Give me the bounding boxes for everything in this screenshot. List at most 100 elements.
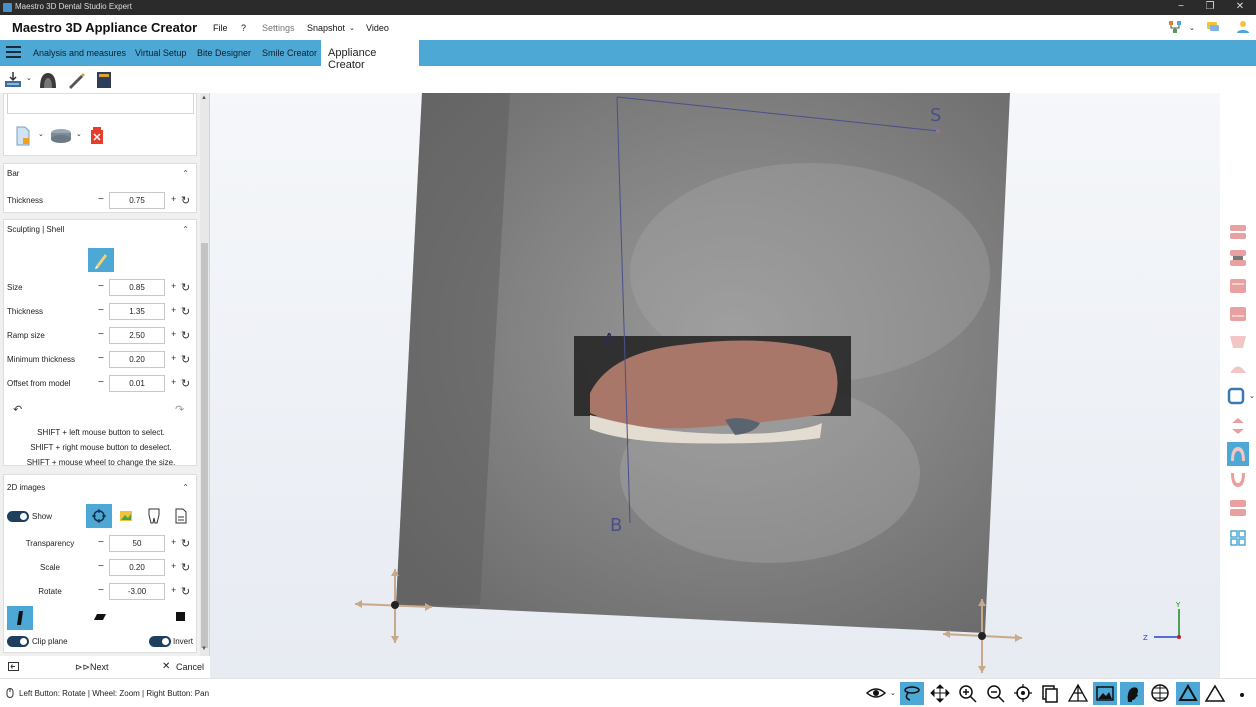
chevron-down-icon[interactable]: ⌄ <box>1189 24 1195 32</box>
book-icon[interactable] <box>94 70 114 90</box>
menu-help[interactable]: ? <box>241 23 246 33</box>
undo-icon[interactable]: ↶ <box>13 403 22 416</box>
chevron-up-icon[interactable]: ⌃ <box>182 169 189 178</box>
minimize-icon[interactable]: − <box>1166 1 1196 12</box>
rotate-mode-button[interactable] <box>900 682 924 705</box>
close-icon[interactable]: ✕ <box>1225 1 1255 12</box>
scroll-up-icon[interactable]: ▲ <box>201 95 207 101</box>
chevron-down-icon[interactable]: ⌄ <box>890 689 896 697</box>
tab-virtual-setup[interactable]: Virtual Setup <box>135 48 186 58</box>
thickness-input[interactable]: 1.35 <box>109 303 165 320</box>
thickness-plus-button[interactable]: + <box>171 305 176 315</box>
reset-icon[interactable]: ↻ <box>181 329 190 342</box>
zoom-in-icon[interactable] <box>956 682 980 705</box>
menu-file[interactable]: File <box>213 23 228 33</box>
occlusion-view-icon[interactable] <box>1227 222 1249 242</box>
viewport-canvas[interactable]: S A B Y Z <box>210 93 1220 678</box>
tab-analysis-and-measures[interactable]: Analysis and measures <box>33 48 126 58</box>
redo-icon[interactable]: ↷ <box>175 403 184 416</box>
bar-thickness-minus-button[interactable]: − <box>98 194 104 205</box>
scale-minus-button[interactable]: − <box>98 561 104 572</box>
transparency-minus-button[interactable]: − <box>98 537 104 548</box>
reset-icon[interactable]: ↻ <box>181 377 190 390</box>
next-button[interactable]: Next <box>90 662 109 672</box>
bar-thickness-plus-button[interactable]: + <box>171 194 176 204</box>
solid-mode-button[interactable] <box>1176 682 1200 705</box>
grid-globe-icon[interactable] <box>1148 682 1172 705</box>
landmark-tool-button[interactable] <box>86 504 112 528</box>
offset-input[interactable]: 0.01 <box>109 375 165 392</box>
lower-jaw-icon[interactable] <box>1227 470 1249 490</box>
zoom-out-icon[interactable] <box>984 682 1008 705</box>
reset-icon[interactable]: ↻ <box>181 281 190 294</box>
thickness-minus-button[interactable]: − <box>98 305 104 316</box>
left-panel-scrollbar[interactable]: ▲ ▼ <box>200 93 209 656</box>
rotate-plus-button[interactable]: + <box>171 585 176 595</box>
reset-icon[interactable]: ↻ <box>181 537 190 550</box>
pencil-icon[interactable] <box>66 70 86 90</box>
3d-viewport[interactable]: S A B Y Z <box>210 93 1220 678</box>
center-target-icon[interactable] <box>1011 682 1035 705</box>
chevron-up-icon[interactable]: ⌃ <box>182 225 189 234</box>
tab-bite-designer[interactable]: Bite Designer <box>197 48 251 58</box>
upper-jaw-selected-button[interactable] <box>1227 442 1249 466</box>
shield-front-icon[interactable] <box>1227 332 1249 352</box>
square-icon[interactable] <box>176 612 185 621</box>
new-file-icon[interactable] <box>14 126 32 146</box>
rotate-minus-button[interactable]: − <box>98 585 104 596</box>
point-icon[interactable] <box>1232 682 1256 705</box>
hamburger-menu-icon[interactable] <box>6 46 21 59</box>
maximize-icon[interactable]: ❐ <box>1195 1 1225 12</box>
parallelogram-horizontal-icon[interactable] <box>93 613 107 621</box>
eye-icon[interactable] <box>864 682 888 705</box>
menu-video[interactable]: Video <box>366 23 389 33</box>
grid-view-icon[interactable] <box>1227 528 1249 548</box>
lower-arch-view-icon[interactable] <box>1227 304 1249 324</box>
delete-icon[interactable] <box>90 127 104 145</box>
transparency-plus-button[interactable]: + <box>171 537 176 547</box>
profile-mode-button[interactable] <box>1120 682 1144 705</box>
chevron-down-icon[interactable]: ⌄ <box>349 24 355 32</box>
offset-minus-button[interactable]: − <box>98 377 104 388</box>
shell-icon[interactable] <box>50 128 72 144</box>
scroll-down-icon[interactable]: ▼ <box>201 646 207 652</box>
user-icon[interactable] <box>1236 20 1250 34</box>
chevron-down-icon[interactable]: ⌄ <box>38 130 44 138</box>
open-bite-view-icon[interactable] <box>1227 248 1249 268</box>
model-icon[interactable] <box>38 70 58 90</box>
image-mode-button[interactable] <box>1093 682 1117 705</box>
transparency-input[interactable]: 50 <box>109 535 165 552</box>
size-plus-button[interactable]: + <box>171 281 176 291</box>
ramp-size-input[interactable]: 2.50 <box>109 327 165 344</box>
show-toggle[interactable] <box>7 511 29 522</box>
clip-shape-1-button[interactable] <box>7 606 33 630</box>
dome-icon[interactable] <box>1227 358 1249 378</box>
bar-thickness-input[interactable]: 0.75 <box>109 192 165 209</box>
chat-icon[interactable] <box>1206 20 1220 34</box>
split-view-icon[interactable] <box>1227 416 1249 436</box>
chevron-down-icon[interactable]: ⌄ <box>26 74 32 82</box>
outline-triangle-icon[interactable] <box>1203 682 1227 705</box>
next-icon[interactable]: ⊳⊳ <box>75 662 90 673</box>
landmark-point-s[interactable] <box>936 129 940 133</box>
ramp-size-minus-button[interactable]: − <box>98 329 104 340</box>
wireframe-triangle-icon[interactable] <box>1066 682 1090 705</box>
reset-icon[interactable]: ↻ <box>181 353 190 366</box>
reset-icon[interactable]: ↻ <box>181 305 190 318</box>
cancel-icon[interactable]: ✕ <box>162 661 170 672</box>
minimum-thickness-input[interactable]: 0.20 <box>109 351 165 368</box>
tooth-outline-icon[interactable] <box>148 508 160 524</box>
size-input[interactable]: 0.85 <box>109 279 165 296</box>
cancel-button[interactable]: Cancel <box>176 662 204 672</box>
chevron-down-icon[interactable]: ⌄ <box>1249 392 1255 400</box>
size-minus-button[interactable]: − <box>98 281 104 292</box>
ramp-size-plus-button[interactable]: + <box>171 329 176 339</box>
reset-icon[interactable]: ↻ <box>181 585 190 598</box>
menu-settings[interactable]: Settings <box>262 23 295 33</box>
both-jaws-icon[interactable] <box>1227 498 1249 518</box>
scale-plus-button[interactable]: + <box>171 561 176 571</box>
offset-plus-button[interactable]: + <box>171 377 176 387</box>
clip-plane-toggle[interactable] <box>7 636 29 647</box>
reset-icon[interactable]: ↻ <box>181 194 190 207</box>
sculpt-brush-button[interactable] <box>88 248 114 272</box>
